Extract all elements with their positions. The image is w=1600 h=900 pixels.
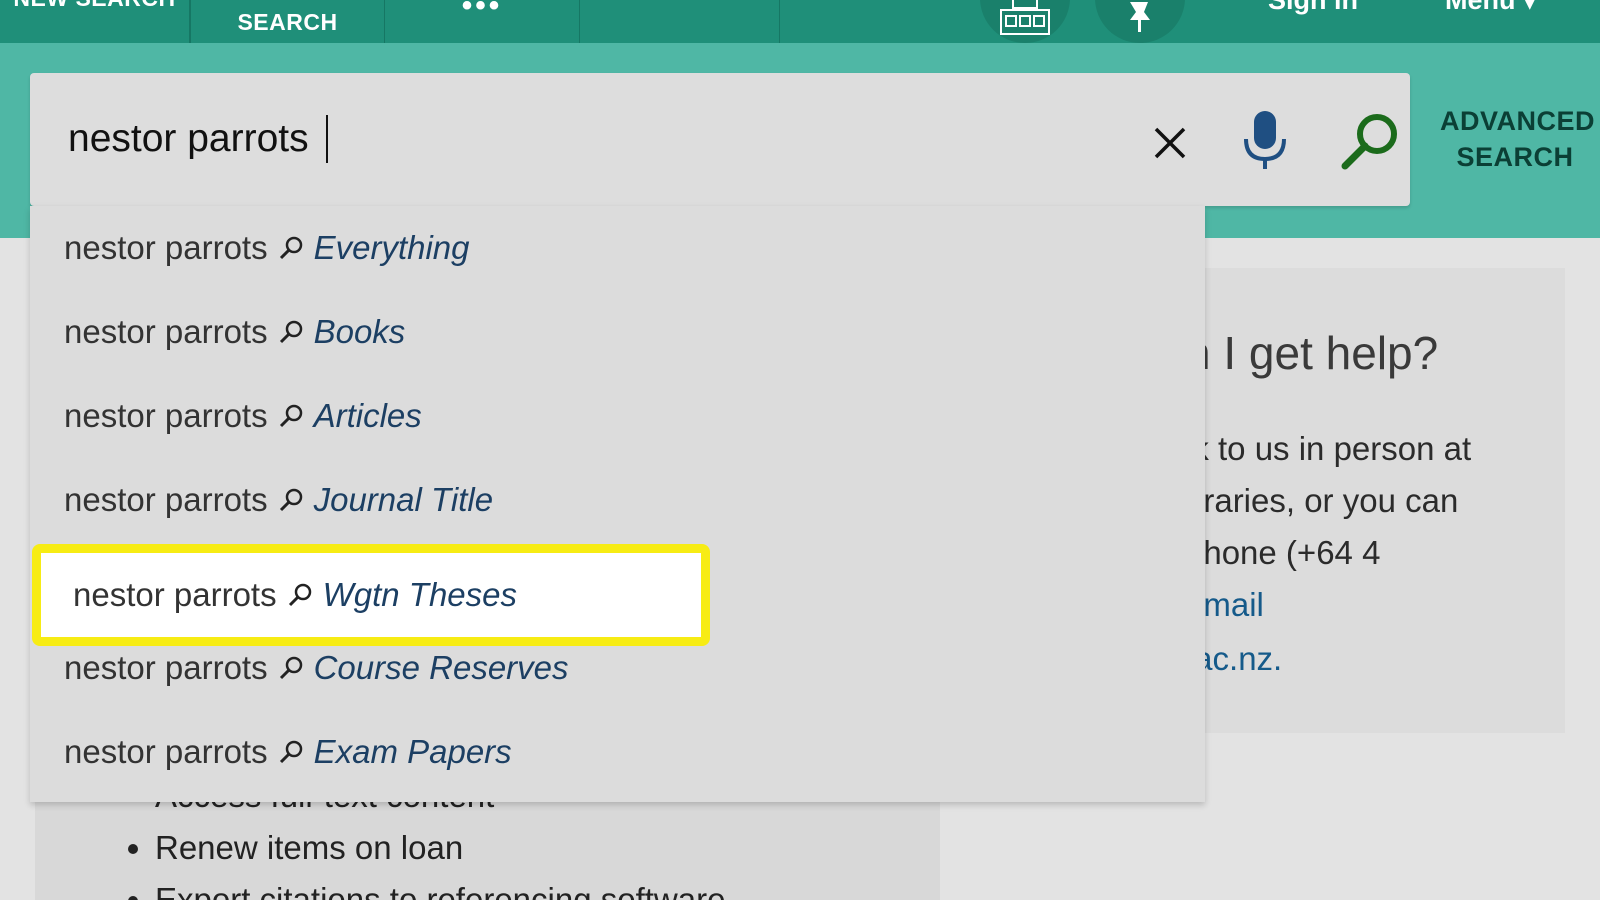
microphone-icon	[1244, 110, 1286, 169]
more-dots-icon: •••	[461, 0, 503, 22]
suggestion-scope: Wgtn Theses	[322, 576, 518, 613]
advanced-search-line2: SEARCH	[1456, 142, 1574, 172]
suggestion-books[interactable]: nestor parrots Books	[30, 290, 1205, 374]
chevron-down-icon: ▾	[1523, 0, 1537, 15]
help-text-line: phone (+64 4	[1185, 534, 1381, 571]
list-item: Export citations to referencing software	[155, 874, 725, 900]
suggestion-query: nestor parrots	[64, 733, 268, 770]
list-item: Renew items on loan	[155, 822, 725, 874]
help-text-line: lk to us in person at	[1185, 430, 1472, 467]
autocomplete-dropdown: nestor parrots Everything nestor parrots…	[30, 206, 1205, 802]
suggestion-everything[interactable]: nestor parrots Everything	[30, 206, 1205, 290]
suggestion-query: nestor parrots	[64, 229, 268, 266]
suggestion-query: nestor parrots	[64, 481, 268, 518]
suggestion-articles[interactable]: nestor parrots Articles	[30, 374, 1205, 458]
suggestion-query: nestor parrots	[64, 649, 268, 686]
new-search-tab[interactable]: NEW SEARCH	[0, 0, 190, 43]
suggestion-scope: Exam Papers	[313, 733, 512, 770]
menu-label: Menu	[1445, 0, 1516, 15]
suggestion-scope: Articles	[313, 397, 422, 434]
search-icon	[1341, 113, 1397, 169]
sign-in-link[interactable]: Sign in	[1268, 0, 1358, 16]
menu-button[interactable]: Menu ▾	[1445, 0, 1537, 16]
suggestion-course-reserves[interactable]: nestor parrots Course Reserves	[30, 626, 1205, 710]
advanced-search-link[interactable]: ADVANCED SEARCH	[1440, 103, 1596, 175]
clear-search-button[interactable]	[1140, 113, 1200, 173]
help-title: n I get help?	[1185, 327, 1439, 379]
close-icon	[1154, 127, 1186, 159]
pin-button[interactable]	[1095, 0, 1185, 43]
suggestion-scope: Books	[313, 313, 406, 350]
suggestion-query: nestor parrots	[64, 397, 268, 434]
advanced-search-tab[interactable]: SEARCH	[190, 0, 385, 43]
magnifier-icon	[285, 580, 315, 610]
qr-code-icon	[1000, 0, 1050, 35]
help-text-line: oraries, or you can	[1185, 482, 1459, 519]
qr-code-button[interactable]	[980, 0, 1070, 43]
text-cursor	[326, 115, 328, 163]
magnifier-icon	[276, 485, 306, 515]
suggestion-scope: Course Reserves	[313, 649, 569, 686]
search-input[interactable]	[68, 109, 1098, 169]
magnifier-icon	[276, 317, 306, 347]
suggestion-query: nestor parrots	[64, 313, 268, 350]
suggestion-query: nestor parrots	[73, 576, 277, 613]
pin-icon	[1130, 1, 1150, 32]
magnifier-icon	[276, 233, 306, 263]
advanced-search-line1: ADVANCED	[1440, 106, 1596, 136]
nav-spacer	[580, 0, 780, 43]
top-navigation-bar: NEW SEARCH SEARCH ••• Sign in Menu ▾	[0, 0, 1600, 43]
more-options-tab[interactable]: •••	[385, 0, 580, 43]
help-card: n I get help? lk to us in person at orar…	[1185, 268, 1565, 733]
voice-search-button[interactable]	[1230, 103, 1300, 178]
suggestion-exam-papers[interactable]: nestor parrots Exam Papers	[30, 710, 1205, 794]
suggestion-scope: Everything	[313, 229, 470, 266]
suggestion-scope: Journal Title	[313, 481, 494, 518]
search-box	[30, 73, 1410, 206]
magnifier-icon	[276, 737, 306, 767]
advanced-search-tab-label: SEARCH	[237, 9, 338, 35]
submit-search-button[interactable]	[1330, 103, 1410, 178]
magnifier-icon	[276, 653, 306, 683]
new-search-label: NEW SEARCH	[13, 0, 175, 10]
magnifier-icon	[276, 401, 306, 431]
suggestion-journal-title[interactable]: nestor parrots Journal Title	[30, 458, 1205, 542]
